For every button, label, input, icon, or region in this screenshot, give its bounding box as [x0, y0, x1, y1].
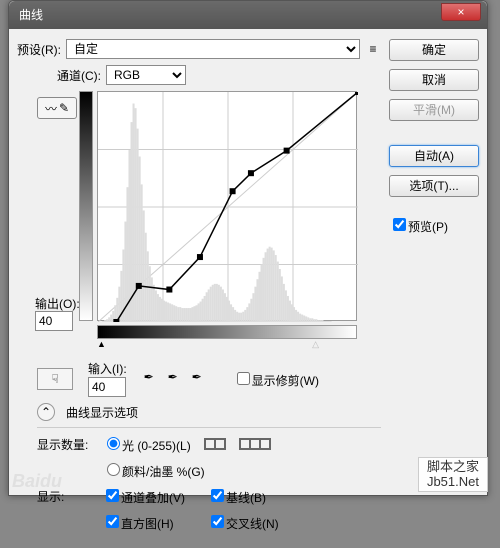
window-title: 曲线: [19, 8, 43, 22]
auto-button[interactable]: 自动(A): [389, 145, 479, 167]
histogram-checkbox[interactable]: [106, 515, 119, 528]
display-qty-label: 显示数量:: [37, 436, 97, 453]
curve-tool-group: 〰 ✎: [37, 97, 77, 119]
hand-tool-icon[interactable]: ☟: [37, 368, 73, 390]
input-gradient: [97, 325, 357, 339]
intersect-checkbox[interactable]: [211, 515, 224, 528]
preview-label[interactable]: 预览(P): [389, 215, 479, 235]
preview-checkbox[interactable]: [393, 218, 406, 231]
overlay-cb-label[interactable]: 通道叠加(V): [102, 486, 202, 506]
baseline-cb-label[interactable]: 基线(B): [207, 486, 266, 506]
grid-coarse-icon[interactable]: [204, 438, 226, 450]
show-clip-checkbox[interactable]: [237, 372, 250, 385]
histogram-cb-label[interactable]: 直方图(H): [102, 512, 202, 532]
close-button[interactable]: ×: [441, 3, 481, 21]
eyedropper-gray-icon[interactable]: ✒: [168, 370, 186, 388]
show-clip-label[interactable]: 显示修剪(W): [233, 369, 319, 389]
grid-fine-icon[interactable]: [239, 438, 271, 450]
channel-select[interactable]: RGB: [106, 65, 186, 85]
titlebar: 曲线 ×: [9, 1, 487, 29]
output-field[interactable]: [35, 311, 73, 331]
curve-editor: 〰 ✎ 输出(O): ▲ △: [17, 91, 381, 356]
cancel-button[interactable]: 取消: [389, 69, 479, 91]
light-radio-label[interactable]: 光 (0-255)(L): [102, 434, 191, 454]
output-gradient: [79, 91, 93, 321]
light-radio[interactable]: [107, 437, 120, 450]
smooth-button: 平滑(M): [389, 99, 479, 121]
options-button[interactable]: 选项(T)...: [389, 175, 479, 197]
pigment-radio-label[interactable]: 颜料/油墨 %(G): [102, 460, 205, 480]
pigment-radio[interactable]: [107, 463, 120, 476]
black-point-slider[interactable]: ▲: [97, 339, 106, 349]
pencil-tool-icon[interactable]: ✎: [59, 101, 69, 115]
eyedropper-black-icon[interactable]: ✒: [144, 370, 162, 388]
input-label: 输入(I):: [88, 360, 127, 377]
input-field[interactable]: [88, 377, 126, 397]
channel-label: 通道(C):: [57, 67, 101, 84]
preset-select[interactable]: 自定: [66, 39, 360, 59]
curve-graph[interactable]: [97, 91, 357, 321]
ok-button[interactable]: 确定: [389, 39, 479, 61]
curve-tool-icon[interactable]: 〰: [45, 100, 57, 117]
curves-dialog: 曲线 × 预设(R): 自定 ≡ 通道(C): RGB 〰 ✎: [8, 0, 488, 496]
white-point-slider[interactable]: △: [312, 339, 319, 350]
eyedropper-white-icon[interactable]: ✒: [192, 370, 210, 388]
baseline-checkbox[interactable]: [211, 489, 224, 502]
display-options-label: 曲线显示选项: [66, 404, 138, 421]
watermark-baidu: Baidu: [12, 471, 62, 492]
intersect-cb-label[interactable]: 交叉线(N): [207, 512, 279, 532]
preset-label: 预设(R):: [17, 41, 61, 58]
overlay-checkbox[interactable]: [106, 489, 119, 502]
output-label: 输出(O):: [35, 295, 80, 312]
watermark-jb51: 脚本之家 Jb51.Net: [418, 457, 488, 492]
expand-toggle-icon[interactable]: ⌃: [37, 403, 55, 421]
preset-menu-icon[interactable]: ≡: [365, 42, 381, 56]
